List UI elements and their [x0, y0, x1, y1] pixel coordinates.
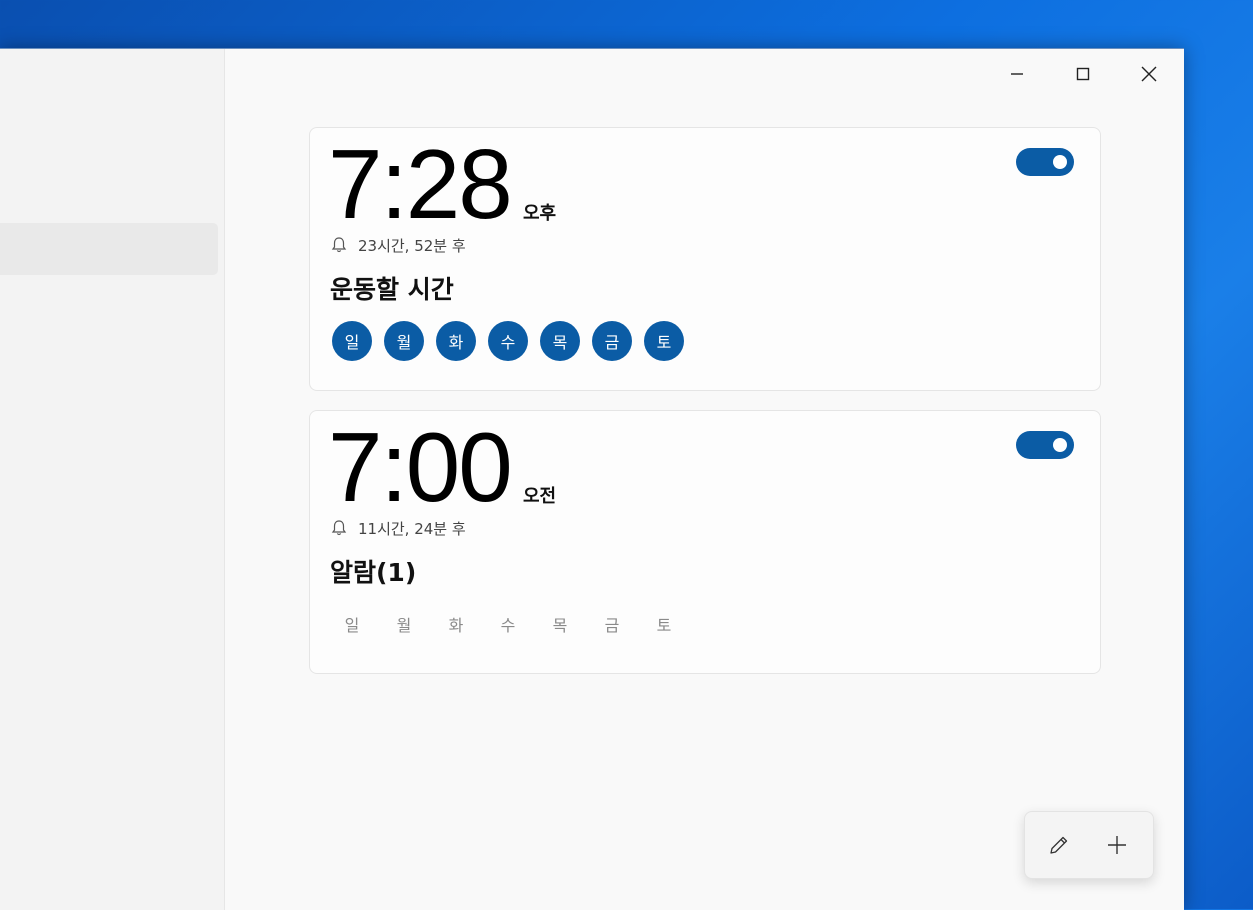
clock-app-window: 7:28 오후 23시간, 52분 후 운동할 시간 일 월 화 수 목 금 토…	[0, 48, 1184, 910]
maximize-icon	[1076, 67, 1090, 81]
day-wednesday: 수	[488, 321, 528, 361]
day-sunday: 일	[332, 321, 372, 361]
alarm-remaining: 23시간, 52분 후	[330, 234, 466, 256]
day-saturday: 토	[656, 616, 672, 635]
alarm-toggle[interactable]	[1016, 431, 1074, 459]
day-friday: 금	[592, 321, 632, 361]
alarm-time: 7:00	[328, 412, 513, 522]
day-thursday: 목	[552, 616, 568, 635]
alarm-time: 7:28	[328, 129, 513, 239]
day-thursday: 목	[540, 321, 580, 361]
maximize-button[interactable]	[1051, 55, 1115, 93]
alarm-card[interactable]: 7:00 오전 11시간, 24분 후 알람(1) 일 월 화 수 목 금 토	[309, 410, 1101, 674]
minimize-icon	[1011, 73, 1023, 75]
bell-icon	[331, 520, 347, 536]
alarm-repeat-days: 일 월 화 수 목 금 토	[332, 604, 684, 644]
day-sunday: 일	[344, 616, 360, 635]
alarm-period: 오전	[523, 486, 557, 507]
day-monday: 월	[384, 321, 424, 361]
alarm-period: 오후	[523, 203, 557, 224]
sidebar-item-alarm-selected[interactable]	[0, 223, 218, 275]
close-icon	[1141, 66, 1157, 82]
alarm-remaining-text: 11시간, 24분 후	[358, 519, 466, 538]
day-monday: 월	[396, 616, 412, 635]
alarm-card[interactable]: 7:28 오후 23시간, 52분 후 운동할 시간 일 월 화 수 목 금 토	[309, 127, 1101, 391]
alarm-action-bar	[1024, 811, 1154, 879]
toggle-knob	[1053, 155, 1067, 169]
add-alarm-button[interactable]	[1097, 825, 1137, 865]
alarm-page: 7:28 오후 23시간, 52분 후 운동할 시간 일 월 화 수 목 금 토…	[225, 49, 1184, 910]
pencil-icon	[1050, 836, 1068, 854]
plus-icon	[1108, 836, 1126, 854]
alarm-name: 운동할 시간	[330, 275, 454, 304]
close-button[interactable]	[1117, 55, 1181, 93]
alarm-name: 알람(1)	[330, 558, 417, 587]
day-saturday: 토	[644, 321, 684, 361]
day-wednesday: 수	[500, 616, 516, 635]
navigation-pane	[0, 49, 225, 910]
day-tuesday: 화	[448, 616, 464, 635]
day-tuesday: 화	[436, 321, 476, 361]
alarm-remaining-text: 23시간, 52분 후	[358, 236, 466, 255]
toggle-knob	[1053, 438, 1067, 452]
edit-alarms-button[interactable]	[1039, 825, 1079, 865]
alarm-repeat-days: 일 월 화 수 목 금 토	[332, 321, 684, 361]
alarm-toggle[interactable]	[1016, 148, 1074, 176]
bell-icon	[331, 237, 347, 253]
alarm-remaining: 11시간, 24분 후	[330, 517, 466, 539]
minimize-button[interactable]	[985, 55, 1049, 93]
day-friday: 금	[604, 616, 620, 635]
